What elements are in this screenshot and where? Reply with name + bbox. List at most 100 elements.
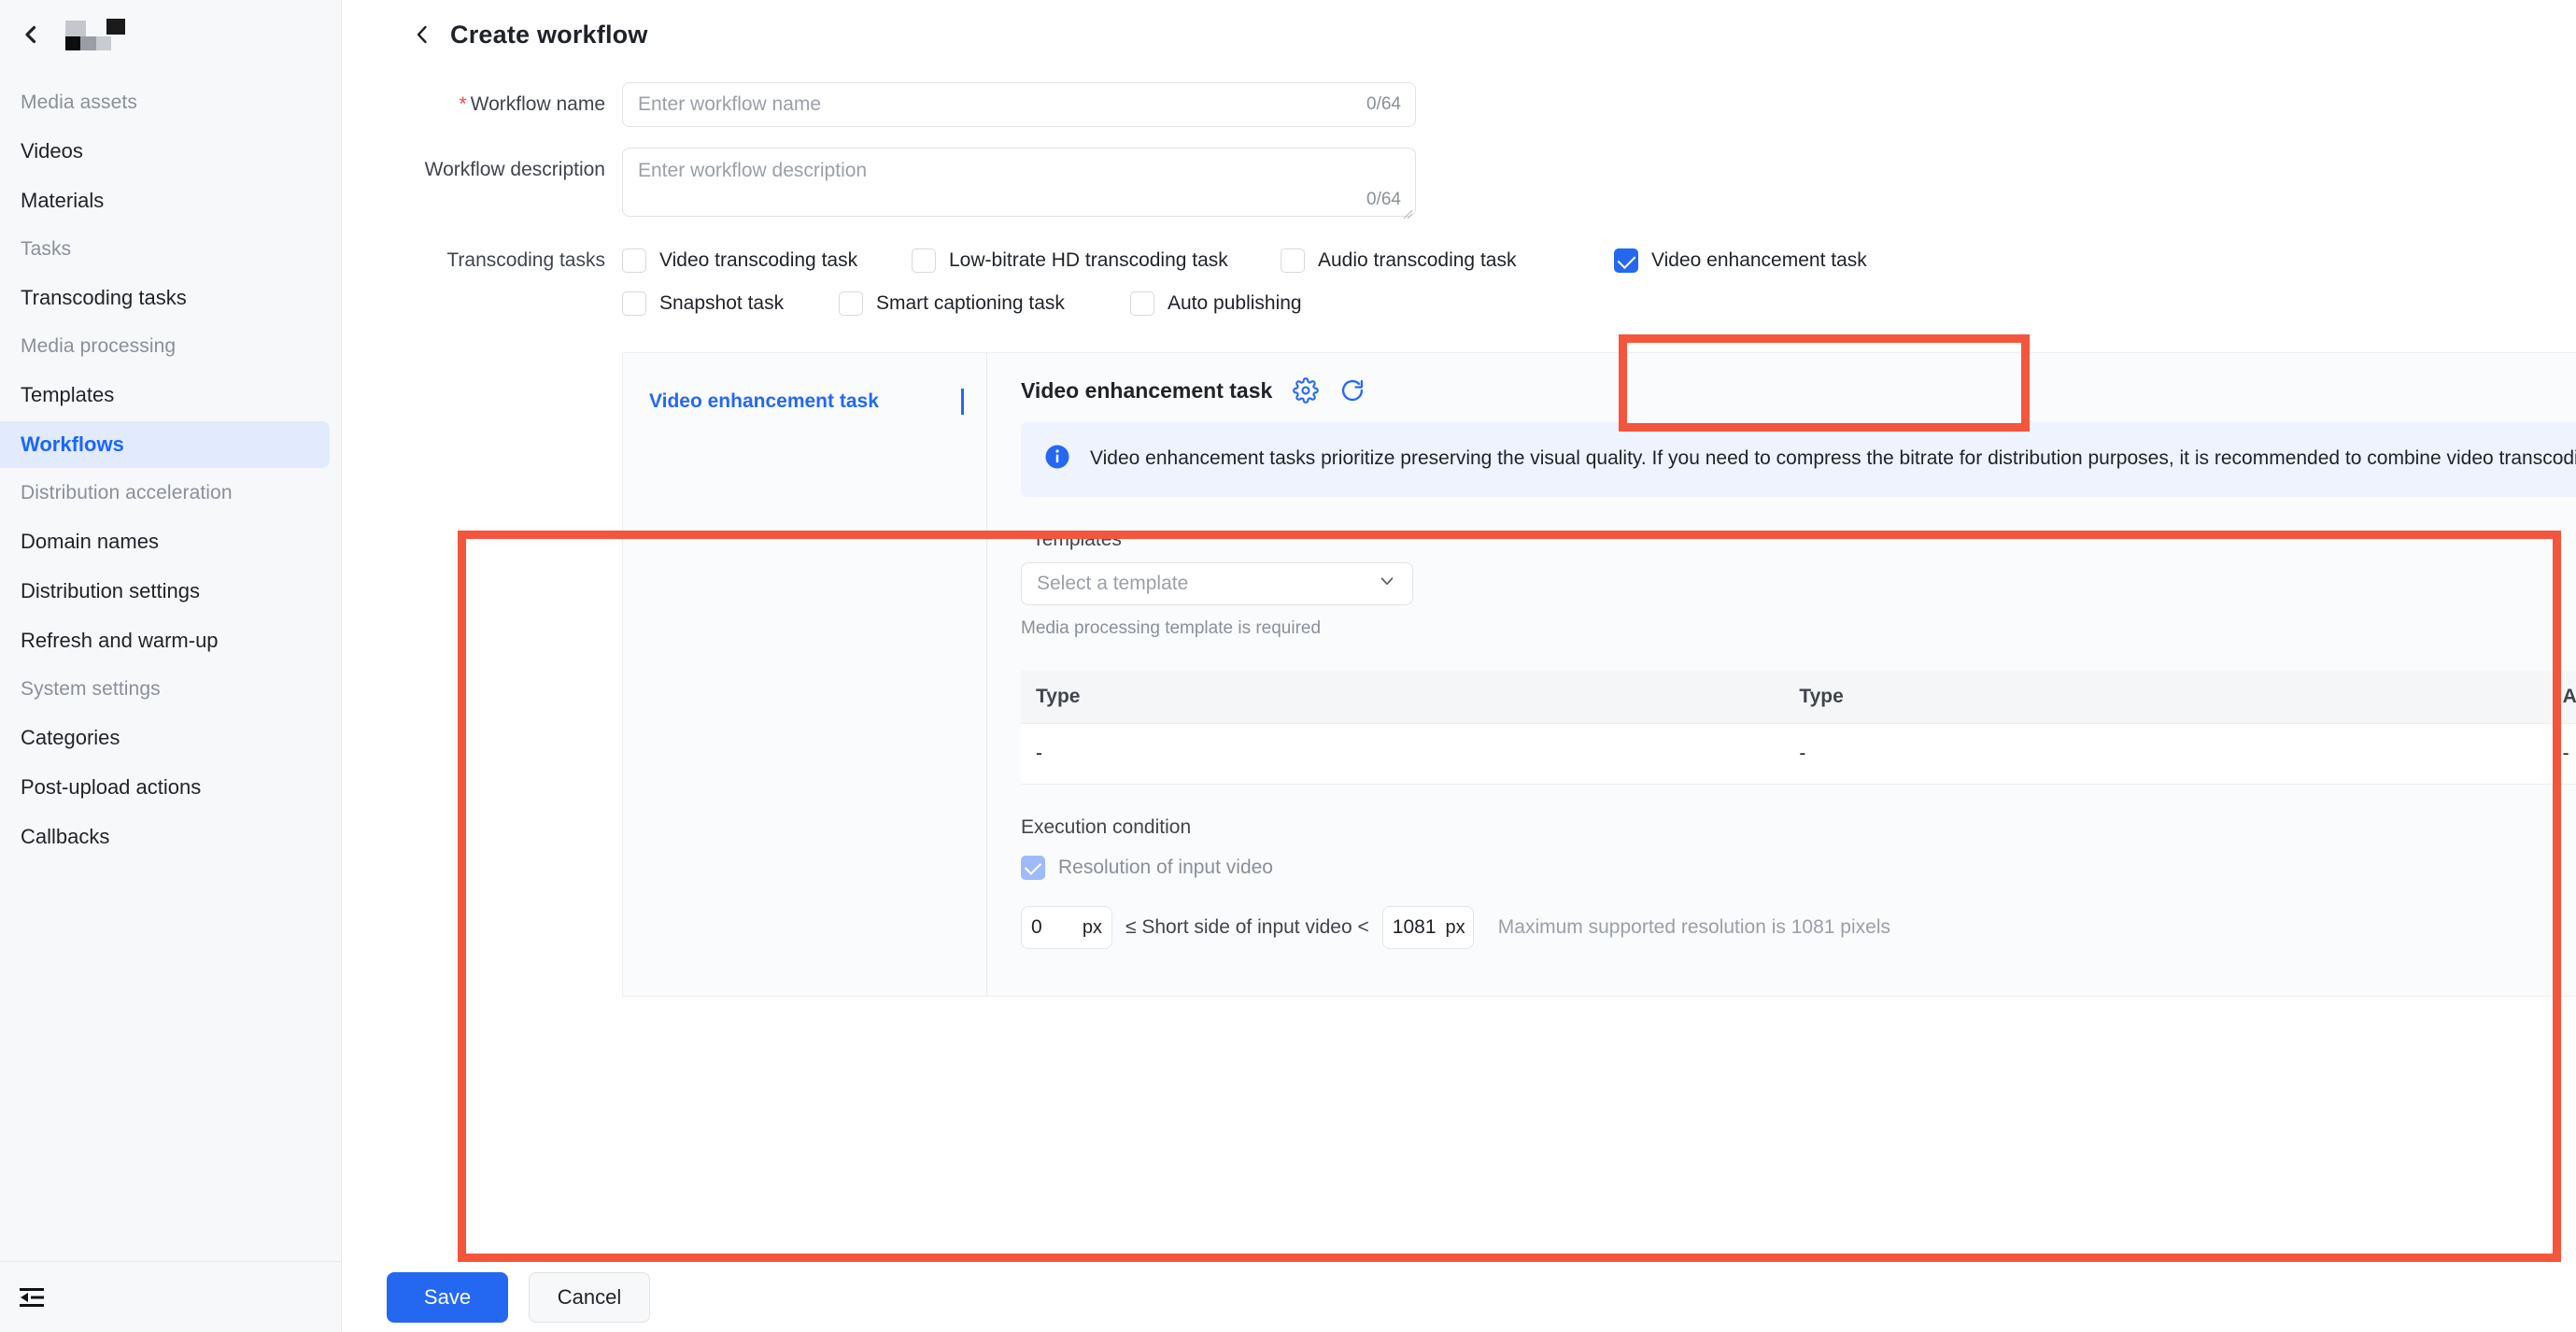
sidebar-item-categories[interactable]: Categories [0, 715, 330, 761]
sidebar-item-videos[interactable]: Videos [0, 128, 330, 175]
checkbox-box[interactable] [1281, 248, 1305, 273]
table-head: Type Type Action [1021, 671, 2576, 724]
info-icon [1043, 443, 1071, 471]
max-resolution-note: Maximum supported resolution is 1081 pix… [1497, 916, 1890, 938]
sidebar-item-materials[interactable]: Materials [0, 177, 330, 224]
info-banner-text: Video enhancement tasks prioritize prese… [1090, 447, 2576, 469]
sidebar-item-refresh-and-warm-up[interactable]: Refresh and warm-up [0, 617, 330, 664]
sidebar-item-templates[interactable]: Templates [0, 372, 330, 418]
chevron-left-icon[interactable] [411, 23, 433, 46]
sidebar-item-distribution-settings[interactable]: Distribution settings [0, 568, 330, 615]
nav-group-media-assets: Media assets [21, 92, 137, 113]
sidebar-footer [0, 1261, 342, 1332]
workflow-description-input[interactable] [622, 148, 1416, 217]
sidebar-item-callbacks[interactable]: Callbacks [0, 814, 330, 860]
info-banner: Video enhancement tasks prioritize prese… [1021, 422, 2576, 497]
checkbox-resolution-of-input-video: Resolution of input video [1021, 856, 2576, 880]
tab-active-indicator [961, 389, 964, 415]
checkbox-video-enhancement-task[interactable]: Video enhancement task [1614, 248, 1867, 273]
sidebar: Media assets Videos Materials Tasks Tran… [0, 0, 342, 1332]
table-row: - - - [1021, 723, 2576, 785]
transcoding-tasks-label: Transcoding tasks [446, 249, 605, 271]
form-footer: Save Cancel [342, 1261, 2576, 1332]
sidebar-item-workflows[interactable]: Workflows [0, 421, 330, 468]
execution-condition-label: Execution condition [1021, 816, 1192, 838]
checkbox-audio-transcoding-task[interactable]: Audio transcoding task [1281, 248, 1561, 273]
templates-select-value: Select a template [1037, 573, 1189, 594]
sidebar-item-post-upload-actions[interactable]: Post-upload actions [0, 764, 330, 811]
checkbox-snapshot-task[interactable]: Snapshot task [622, 291, 839, 316]
checkbox-label: Resolution of input video [1058, 857, 1273, 878]
page-header: Create workflow Documentation Getting st… [342, 0, 2576, 69]
create-workflow-form: *Workflow name 0/64 Workflow description… [342, 69, 2576, 997]
nav-group-distribution-acceleration: Distribution acceleration [21, 482, 233, 503]
cancel-button[interactable]: Cancel [529, 1271, 650, 1323]
chevron-left-icon[interactable] [21, 24, 41, 45]
workflow-name-input-wrap: 0/64 [622, 82, 1416, 127]
checkbox-video-transcoding-task[interactable]: Video transcoding task [622, 248, 912, 273]
blurred-brand-logo [65, 19, 125, 50]
table-header-row: Type Type Action [1021, 671, 2576, 724]
workflow-description-input-wrap: 0/64 [622, 148, 1416, 221]
app-root: Media assets Videos Materials Tasks Tran… [0, 0, 2576, 1332]
templates-table: Type Type Action - - - [1021, 671, 2576, 785]
max-resolution-unit: px [1445, 916, 1465, 938]
checkbox-smart-captioning-task[interactable]: Smart captioning task [839, 291, 1130, 316]
checkbox-low-bitrate-hd-transcoding-task[interactable]: Low-bitrate HD transcoding task [912, 248, 1281, 273]
nav-group-system-settings: System settings [21, 678, 161, 700]
checkbox-box[interactable] [622, 291, 646, 316]
checkbox-label: Low-bitrate HD transcoding task [949, 249, 1228, 271]
transcoding-tasks-row-2: Snapshot task Smart captioning task Auto… [622, 279, 1867, 328]
table-cell-type-1: - [1021, 723, 1785, 785]
save-button[interactable]: Save [387, 1271, 508, 1323]
field-transcoding-tasks: Transcoding tasks Video transcoding task… [342, 242, 2576, 328]
checkbox-box[interactable] [912, 248, 936, 273]
tab-video-enhancement-task[interactable]: Video enhancement task [623, 381, 986, 422]
required-marker: * [459, 93, 467, 115]
sidebar-item-domain-names[interactable]: Domain names [0, 518, 330, 565]
min-resolution-value: 0 [1031, 916, 1042, 938]
table-cell-action: - [2547, 723, 2576, 785]
refresh-icon[interactable] [1339, 377, 1366, 404]
checkbox-box[interactable] [839, 291, 863, 316]
tab-label: Video enhancement task [649, 390, 879, 412]
checkbox-box[interactable] [1130, 291, 1154, 316]
table-col-type-1: Type [1021, 671, 1785, 724]
workflow-name-label: * Workflow name [342, 82, 622, 127]
checkbox-box[interactable] [1614, 248, 1638, 273]
checkbox-box [1021, 856, 1045, 880]
checkbox-label: Video enhancement task [1651, 249, 1867, 271]
video-enhancement-task-panel: Video enhancement task Video enhancement… [622, 352, 2576, 997]
task-panel-body: Video enhancement task Video enhancement… [987, 353, 2576, 996]
required-marker: * [1021, 529, 1029, 550]
checkbox-label: Snapshot task [659, 292, 785, 314]
table-cell-type-2: - [1784, 723, 2548, 785]
max-resolution-input[interactable]: 1081 px [1381, 906, 1474, 949]
resolution-range-row: 0 px ≤ Short side of input video < 1081 … [1021, 906, 2576, 949]
table-body: - - - [1021, 723, 2576, 785]
checkbox-auto-publishing[interactable]: Auto publishing [1130, 291, 1302, 316]
gear-icon[interactable] [1293, 377, 1320, 404]
checkbox-label: Auto publishing [1168, 292, 1302, 314]
workflow-description-label: Workflow description [424, 159, 605, 180]
chevron-down-icon[interactable] [1377, 571, 1397, 597]
checkbox-box[interactable] [622, 248, 646, 273]
transcoding-tasks-row-1: Video transcoding task Low-bitrate HD tr… [622, 242, 1867, 279]
field-workflow-name: *Workflow name 0/64 [342, 82, 2576, 127]
checkbox-label: Smart captioning task [876, 292, 1065, 314]
templates-hint: Media processing template is required [1021, 618, 1322, 638]
nav-group-media-processing: Media processing [21, 335, 177, 357]
sidebar-header [0, 0, 341, 69]
workflow-name-label-text: Workflow name [470, 93, 605, 115]
main-content: Create workflow Documentation Getting st… [342, 0, 2576, 1332]
min-resolution-input[interactable]: 0 px [1021, 906, 1112, 949]
page-title: Create workflow [450, 20, 648, 49]
templates-label: * Templates [1021, 529, 2576, 551]
min-resolution-unit: px [1082, 916, 1102, 938]
templates-select[interactable]: Select a template [1021, 562, 1413, 605]
sidebar-item-transcoding-tasks[interactable]: Transcoding tasks [0, 275, 330, 321]
workflow-name-input[interactable] [622, 82, 1416, 127]
checkbox-label: Audio transcoding task [1318, 249, 1517, 271]
collapse-sidebar-icon[interactable] [13, 1279, 50, 1316]
checkbox-label: Video transcoding task [659, 249, 858, 271]
